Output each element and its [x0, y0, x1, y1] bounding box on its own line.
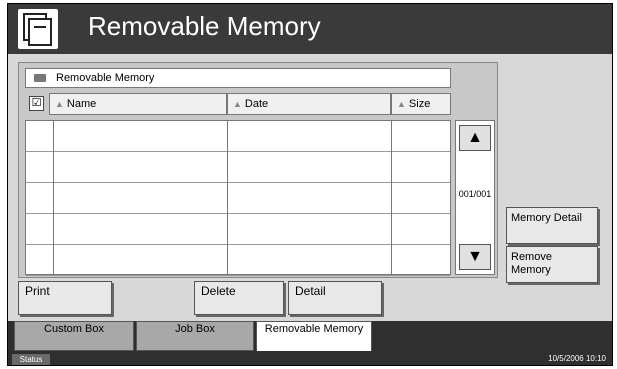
status-button[interactable]: Status: [12, 354, 50, 365]
folder-icon: [34, 74, 46, 82]
page-title: Removable Memory: [88, 11, 321, 41]
select-all-checkbox[interactable]: ☑: [29, 96, 44, 111]
page-indicator: 001/001: [458, 189, 492, 199]
column-divider: [227, 121, 228, 274]
scroll-down-button[interactable]: ▼: [459, 244, 491, 270]
path-label: Removable Memory: [56, 72, 155, 84]
file-list: [25, 120, 451, 276]
tab-removable-memory[interactable]: Removable Memory: [256, 321, 372, 355]
list-item[interactable]: [26, 183, 450, 214]
list-item[interactable]: [26, 214, 450, 245]
scroll-column: ▲ 001/001 ▼: [455, 120, 495, 275]
column-header-size[interactable]: ▲ Size: [391, 93, 451, 115]
sort-arrow-icon: ▲: [233, 99, 242, 109]
printer-panel-screen: Removable Memory Removable Memory ☑ ▲ Nam…: [7, 3, 613, 366]
column-divider: [53, 121, 54, 274]
path-bar: Removable Memory: [25, 68, 451, 88]
file-list-panel: Removable Memory ☑ ▲ Name ▲ Date ▲ Size ▲ 0…: [18, 62, 498, 278]
tab-custom-box[interactable]: Custom Box: [14, 321, 134, 351]
list-item[interactable]: [26, 152, 450, 183]
header-bar: Removable Memory: [8, 4, 612, 54]
delete-button[interactable]: Delete: [194, 281, 284, 315]
memory-detail-button[interactable]: Memory Detail: [506, 207, 598, 244]
scroll-up-button[interactable]: ▲: [459, 125, 491, 151]
column-header-date[interactable]: ▲ Date: [227, 93, 391, 115]
sort-arrow-icon: ▲: [397, 99, 406, 109]
print-button[interactable]: Print: [18, 281, 112, 315]
list-item[interactable]: [26, 121, 450, 152]
tab-job-box[interactable]: Job Box: [136, 321, 254, 351]
detail-button[interactable]: Detail: [288, 281, 382, 315]
column-header-name[interactable]: ▲ Name: [49, 93, 227, 115]
sort-arrow-icon: ▲: [55, 99, 64, 109]
column-divider: [391, 121, 392, 274]
remove-memory-button[interactable]: Remove Memory: [506, 246, 598, 283]
date-time: 10/5/2006 10:10: [548, 354, 606, 363]
document-box-icon: [18, 9, 58, 49]
status-bar: Status 10/5/2006 10:10: [8, 351, 612, 365]
list-item[interactable]: [26, 245, 450, 276]
